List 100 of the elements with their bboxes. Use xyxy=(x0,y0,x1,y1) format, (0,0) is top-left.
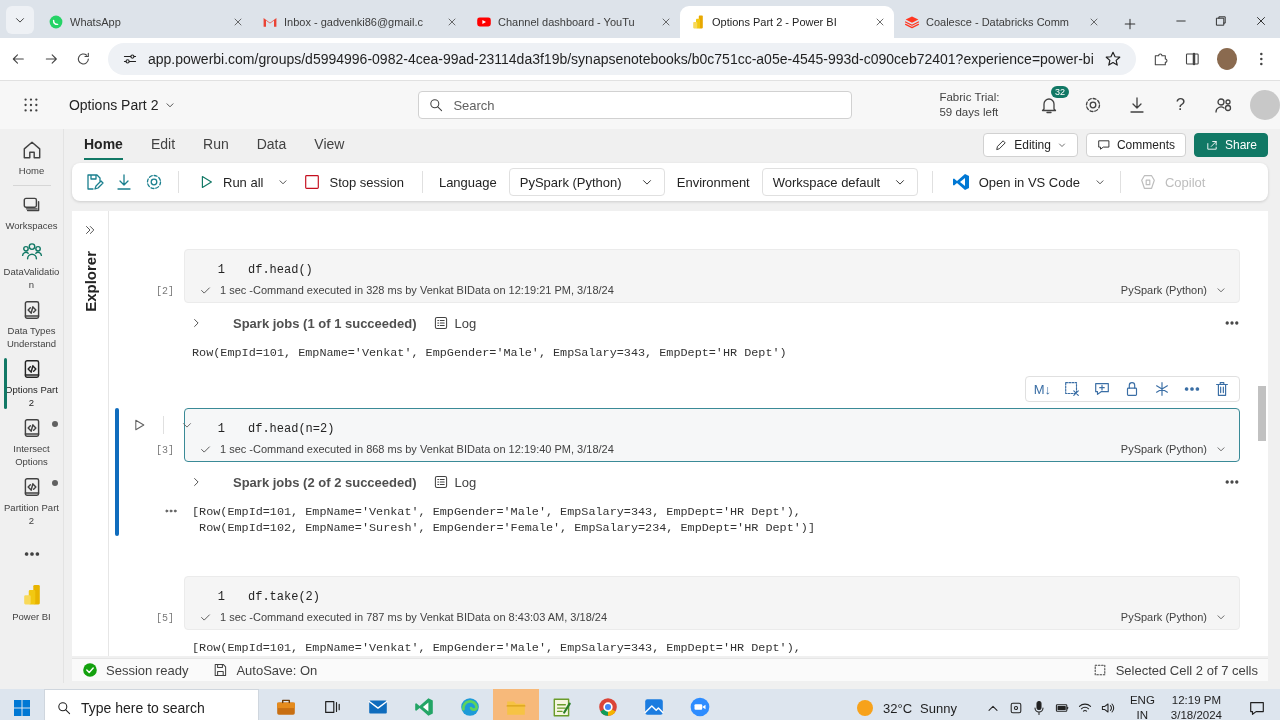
bar-chart-icon xyxy=(690,14,706,30)
notification-badge: 32 xyxy=(1051,86,1070,98)
autosave-status: AutoSave: On xyxy=(236,662,318,678)
cell-language-dropdown[interactable]: PySpark (Python) xyxy=(1120,611,1227,623)
output-line: Row(EmpId=102, EmpName='Suresh', EmpGender='Female', EmpSalary=234, EmpDept='HR Dept')] xyxy=(198,520,815,536)
help-button[interactable]: ? xyxy=(1175,95,1186,115)
star-icon[interactable] xyxy=(1103,50,1122,68)
start-icon[interactable] xyxy=(12,698,32,718)
code-cell[interactable]: 1 df.take(2) 1 sec -Command executed in 787 ms by Venkat BIData on 8:43:03 AM, 3/18/24 PySpark (Python) xyxy=(184,576,1240,630)
output-line: Row(EmpId=101, EmpName='Venkat', EmpGender='Male', EmpSalary=343, EmpDept='HR Dept') xyxy=(192,345,787,361)
close-icon[interactable] xyxy=(660,16,672,28)
browser-tab[interactable]: Channel dashboard - YouTu xyxy=(466,6,680,38)
settings-icon[interactable] xyxy=(144,172,164,192)
ribbon-tab[interactable]: View xyxy=(314,130,345,160)
taskbar-search-field[interactable]: Type here to search xyxy=(44,689,259,720)
close-icon[interactable] xyxy=(232,16,244,28)
environment-dropdown[interactable]: Workspace default xyxy=(761,168,918,196)
output-line: [Row(EmpId=101, EmpName='Venkat', EmpGender='Male', EmpSalary=343, EmpDept='HR Dept'), xyxy=(192,640,801,656)
nav-item[interactable]: Options Part 2 xyxy=(0,354,64,413)
code-cell[interactable]: 1 df.head() 1 sec -Command executed in 328 ms by Venkat BIData on 12:19:21 PM, 3/18/24 PySpark (Python) xyxy=(184,249,1240,303)
code-editor-icon[interactable] xyxy=(413,696,435,718)
line-number: 1 xyxy=(216,422,225,436)
expand-panel-icon[interactable] xyxy=(83,223,97,237)
notebook-edit-icon[interactable] xyxy=(84,172,104,192)
notifications-icon[interactable] xyxy=(1248,699,1266,717)
browser-tab[interactable]: WhatsApp xyxy=(38,6,252,38)
notepad-icon[interactable] xyxy=(551,696,573,718)
chevron-down-icon xyxy=(1056,140,1067,150)
video-camera-icon[interactable] xyxy=(689,696,711,718)
stop-session-button[interactable]: Stop session xyxy=(299,167,408,197)
ribbon-tab[interactable]: Home xyxy=(84,130,123,160)
bell-icon[interactable] xyxy=(1039,95,1059,115)
task-view-icon[interactable] xyxy=(323,698,341,716)
close-icon[interactable] xyxy=(1254,14,1268,28)
open-vs-code-button[interactable]: Open in VS Code xyxy=(946,167,1084,197)
restore-icon[interactable] xyxy=(1214,14,1228,28)
check-circle-icon xyxy=(82,662,98,678)
spark-jobs-status[interactable]: Spark jobs (1 of 1 succeeded) xyxy=(233,315,417,331)
mode-menu-button[interactable]: Editing xyxy=(983,133,1078,157)
comments-button[interactable]: Comments xyxy=(1085,133,1186,157)
output-line: [Row(EmpId=101, EmpName='Venkat', EmpGender='Male', EmpSalary=343, EmpDept='HR Dept'), xyxy=(192,504,802,520)
browser-tab[interactable]: Options Part 2 - Power BI xyxy=(680,6,894,38)
address-bar[interactable]: app.powerbi.com/groups/d5994996-0982-4cea-99ad-23114da3f19b/synapsenotebooks/b0c751cc-a05e-4545-993d-c090ceb72401?experience=power-bi xyxy=(107,43,1136,75)
weather-text: Sunny xyxy=(920,700,957,716)
code-cell[interactable]: 1 df.head(n=2) 1 sec -Command executed in 868 ms by Venkat BIData on 12:19:40 PM, 3/18/24 PySpark (Python) xyxy=(184,408,1240,462)
reload-icon[interactable] xyxy=(75,50,92,68)
site-info-icon[interactable] xyxy=(121,51,138,67)
browser-tab[interactable]: Inbox - gadvenki86@gmail.c xyxy=(252,6,466,38)
clear-output-icon[interactable] xyxy=(1063,380,1081,398)
cell-language-dropdown[interactable]: PySpark (Python) xyxy=(1120,284,1227,296)
run-all-button[interactable]: Run all xyxy=(193,167,268,197)
delete-icon[interactable] xyxy=(1213,380,1231,398)
nav-item[interactable]: Data Types Understand xyxy=(0,295,64,354)
photos-icon[interactable] xyxy=(643,696,665,718)
log-button[interactable]: Log xyxy=(432,474,477,490)
close-icon[interactable] xyxy=(874,16,886,28)
nav-item[interactable]: Intersect Options xyxy=(0,413,64,472)
execution-count: [2] xyxy=(156,286,174,297)
app-launcher-icon[interactable] xyxy=(22,96,40,114)
avatar[interactable] xyxy=(1217,48,1238,70)
nav-item[interactable]: Workspaces xyxy=(0,190,64,236)
nav-item[interactable]: Power BI xyxy=(0,577,64,627)
people-icon xyxy=(20,240,43,262)
explorer-label[interactable]: Explorer xyxy=(81,251,99,312)
save-icon xyxy=(212,662,229,678)
new-tab-icon[interactable] xyxy=(1122,16,1138,32)
language-dropdown[interactable]: PySpark (Python) xyxy=(508,168,665,196)
share-button[interactable]: Share xyxy=(1193,133,1268,157)
log-button[interactable]: Log xyxy=(432,315,477,331)
cell-language-dropdown[interactable]: PySpark (Python) xyxy=(1120,443,1227,455)
nav-item[interactable]: Home xyxy=(0,135,64,181)
clock[interactable]: 12:19 PM 3/18/2024 xyxy=(1170,693,1222,720)
ribbon-tab[interactable]: Edit xyxy=(150,130,176,160)
line-number: 1 xyxy=(216,590,225,604)
spark-jobs-status[interactable]: Spark jobs (2 of 2 succeeded) xyxy=(233,474,417,490)
nav-item[interactable]: Partition Part 2 xyxy=(0,472,64,531)
close-icon[interactable] xyxy=(446,16,458,28)
execution-status: 1 sec -Command executed in 787 ms by Venkat BIData on 8:43:03 AM, 3/18/24 xyxy=(220,611,609,623)
workspace-title[interactable]: Options Part 2 xyxy=(68,97,419,113)
browser-tab[interactable]: Coalesce - Databricks Comm xyxy=(894,6,1108,38)
side-panel-icon[interactable] xyxy=(1184,50,1202,68)
copilot-icon xyxy=(1138,173,1157,191)
freeze-icon[interactable] xyxy=(1153,380,1171,398)
markdown-toggle[interactable]: M↓ xyxy=(1033,381,1051,397)
ribbon-tab[interactable]: Run xyxy=(203,130,229,160)
sun-icon xyxy=(855,698,875,718)
close-icon[interactable] xyxy=(1088,16,1100,28)
add-comment-icon[interactable] xyxy=(1093,380,1111,398)
list-icon xyxy=(432,315,449,331)
nav-item[interactable]: DataValidation xyxy=(0,236,64,295)
temperature: 32°C xyxy=(883,700,913,716)
execution-count: [5] xyxy=(156,613,174,624)
execution-status: 1 sec -Command executed in 328 ms by Venkat BIData on 12:19:21 PM, 3/18/24 xyxy=(220,284,615,296)
share-icon xyxy=(1204,138,1219,152)
code-line: df.head(n=2) xyxy=(248,422,335,436)
search-field[interactable]: Search xyxy=(418,91,853,119)
browser-icon[interactable] xyxy=(597,696,619,718)
pencil-icon xyxy=(994,138,1009,152)
language-indicator[interactable]: ENG IN xyxy=(1129,693,1155,720)
ribbon-tab[interactable]: Data xyxy=(256,130,287,160)
